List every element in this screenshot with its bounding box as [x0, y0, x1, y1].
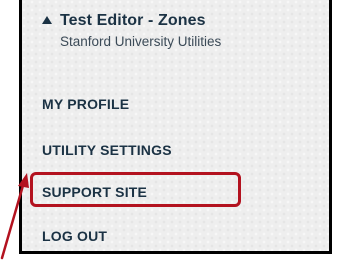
support-site-highlight-box	[30, 172, 241, 207]
organization-name: Stanford University Utilities	[60, 34, 222, 49]
user-dropdown-menu: Test Editor - Zones Stanford University …	[19, 0, 332, 254]
caret-up-icon[interactable]	[42, 16, 52, 24]
user-header[interactable]: Test Editor - Zones Stanford University …	[42, 12, 221, 49]
menu-item-my-profile[interactable]: MY PROFILE	[42, 96, 129, 112]
user-name: Test Editor - Zones	[60, 12, 206, 29]
menu-item-log-out[interactable]: LOG OUT	[42, 228, 107, 244]
user-name-row: Test Editor - Zones	[42, 12, 221, 30]
menu-item-utility-settings[interactable]: UTILITY SETTINGS	[42, 142, 172, 158]
